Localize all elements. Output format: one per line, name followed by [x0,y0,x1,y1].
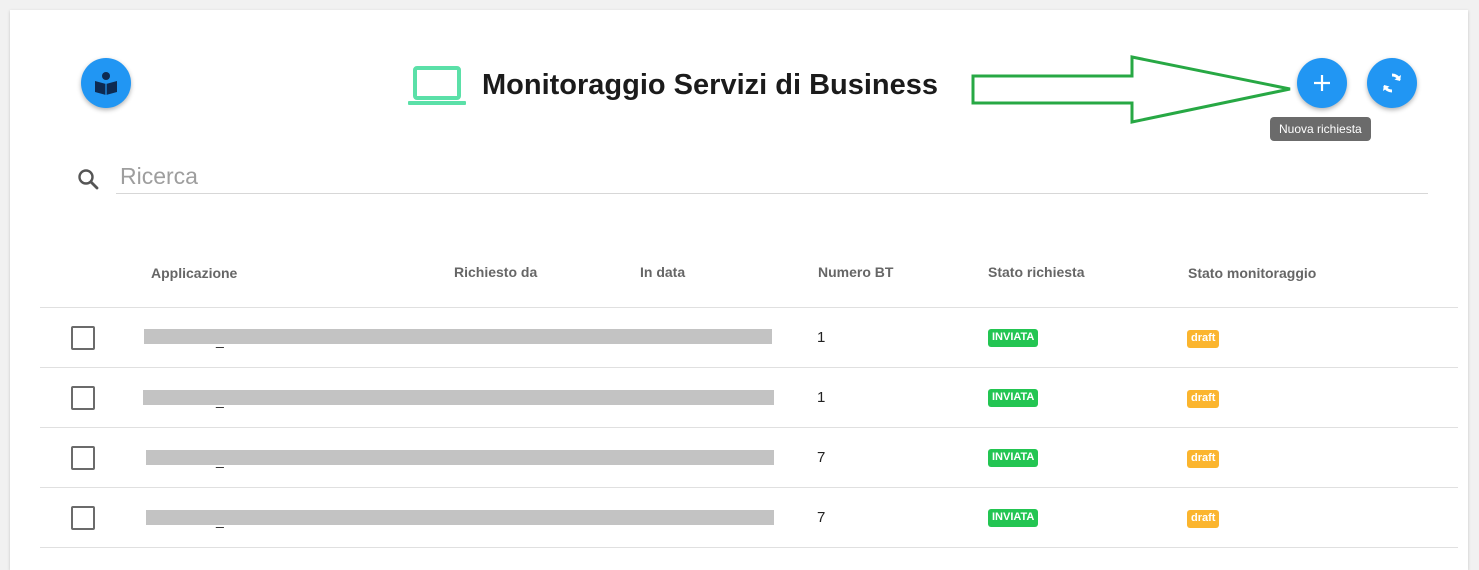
table-row[interactable]: _ 7 INVIATA draft [40,488,1458,548]
add-request-button[interactable] [1297,58,1347,108]
refresh-icon [1383,73,1401,93]
table-row[interactable]: _ 1 INVIATA draft [40,368,1458,428]
column-header-applicazione[interactable]: Applicazione [151,265,237,281]
search-icon [78,169,99,190]
row-checkbox[interactable] [71,386,95,410]
add-request-tooltip: Nuova richiesta [1270,117,1371,141]
applicazione-cell: _ [216,452,224,468]
numero-bt-cell: 7 [817,509,826,526]
page-title: Monitoraggio Servizi di Business [482,68,939,101]
applicazione-cell: _ [216,512,224,528]
status-badge-draft: draft [1187,510,1220,528]
column-header-numero-bt[interactable]: Numero BT [818,264,893,280]
status-badge-inviata: INVIATA [988,509,1039,527]
numero-bt-cell: 1 [817,389,826,406]
numero-bt-cell: 7 [817,449,826,466]
page-header: Monitoraggio Servizi di Business [406,62,938,108]
status-badge-draft: draft [1187,390,1220,408]
redacted-content [143,390,774,405]
guide-button[interactable] [81,58,131,108]
laptop-icon [408,66,466,105]
status-badge-draft: draft [1187,450,1220,468]
table-row[interactable]: _ 1 INVIATA draft [40,308,1458,368]
redacted-content [146,450,774,465]
annotation-arrow [971,55,1291,124]
status-badge-inviata: INVIATA [988,329,1039,347]
search-input[interactable] [116,160,1428,194]
plus-icon [1314,75,1330,91]
numero-bt-cell: 1 [817,329,826,346]
row-checkbox[interactable] [71,326,95,350]
row-checkbox[interactable] [71,446,95,470]
table-row[interactable]: _ 7 INVIATA draft [40,428,1458,488]
refresh-button[interactable] [1367,58,1417,108]
applicazione-cell: _ [216,392,224,408]
column-header-in-data[interactable]: In data [640,264,685,280]
row-checkbox[interactable] [71,506,95,530]
status-badge-inviata: INVIATA [988,449,1039,467]
column-header-richiesto-da[interactable]: Richiesto da [454,264,537,280]
applicazione-cell: _ [216,332,224,348]
column-header-stato-richiesta[interactable]: Stato richiesta [988,264,1084,280]
column-header-stato-monitoraggio[interactable]: Stato monitoraggio [1188,265,1316,281]
book-reader-icon [95,72,117,95]
main-card: Monitoraggio Servizi di Business Nuova r… [10,10,1468,570]
redacted-content [146,510,774,525]
status-badge-inviata: INVIATA [988,389,1039,407]
redacted-content [144,329,772,344]
status-badge-draft: draft [1187,330,1220,348]
